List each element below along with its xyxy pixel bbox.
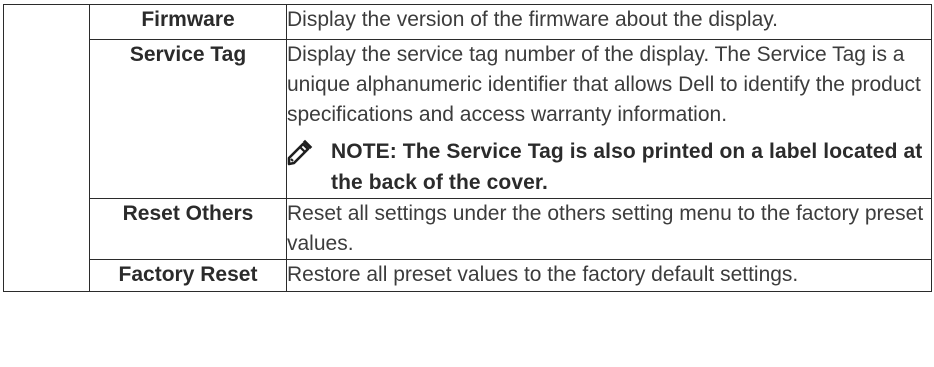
- osd-settings-table: Firmware Display the version of the firm…: [3, 4, 932, 292]
- manual-page: Firmware Display the version of the firm…: [0, 0, 934, 367]
- menu-column-cell: [3, 4, 90, 292]
- table-row-reset-others: Reset Others Reset all settings under th…: [4, 198, 932, 260]
- pencil-note-icon: [287, 139, 313, 166]
- row-label-factory-reset: Factory Reset: [89, 259, 287, 292]
- row-description-firmware: Display the version of the firmware abou…: [286, 4, 932, 40]
- row-description-service-tag: Display the service tag number of the di…: [287, 43, 921, 126]
- note-block: NOTE: The Service Tag is also printed on…: [285, 136, 931, 198]
- note-text: NOTE: The Service Tag is also printed on…: [331, 140, 923, 194]
- row-label-service-tag: Service Tag: [89, 39, 287, 199]
- table-row-firmware: Firmware Display the version of the firm…: [3, 4, 932, 292]
- row-label-firmware: Firmware: [89, 4, 287, 40]
- table-row-factory-reset: Factory Reset Restore all preset values …: [4, 259, 932, 292]
- row-description-factory-reset: Restore all preset values to the factory…: [286, 259, 932, 292]
- row-label-reset-others: Reset Others: [89, 198, 287, 260]
- row-description-service-tag-cell: Display the service tag number of the di…: [285, 39, 932, 199]
- table-row-service-tag: Service Tag Display the service tag numb…: [4, 39, 932, 199]
- row-description-reset-others: Reset all settings under the others sett…: [286, 198, 932, 260]
